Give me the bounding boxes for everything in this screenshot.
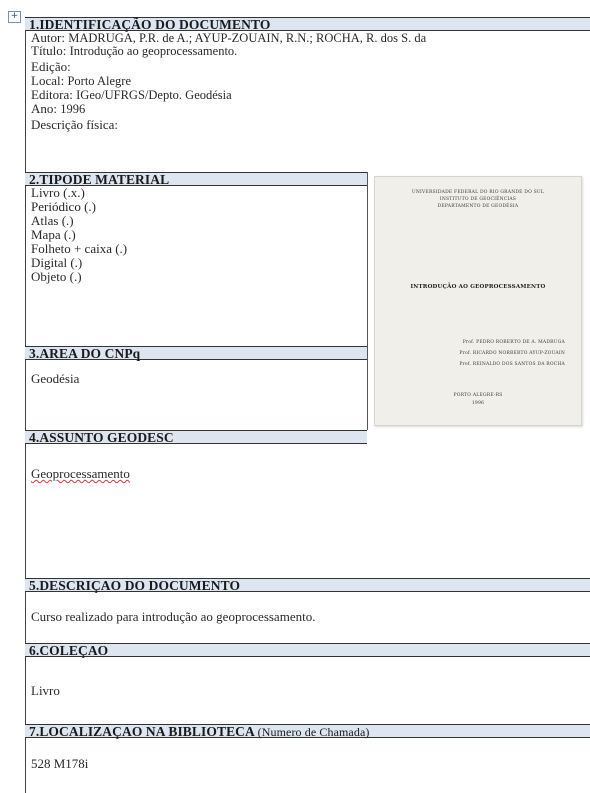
field-titulo: Título: Introdução ao geoprocessamento. (31, 43, 238, 59)
material-item-livro: Livro (.x.) (31, 185, 85, 200)
cover-institution-line: DEPARTAMENTO DE GEODÉSIA (437, 204, 519, 209)
section-header-subtext: (Numero de Chamada) (257, 725, 370, 739)
table-move-handle-icon[interactable]: + (8, 11, 21, 23)
cover-institution-line: UNIVERSIDADE FEDERAL DO RIO GRANDE DO SU… (411, 190, 545, 195)
material-item-objeto: Objeto (.) (31, 269, 82, 284)
cover-institution-line: INSTITUTO DE GEOCIÊNCIAS (439, 197, 517, 202)
material-item-folheto: Folheto + caixa (.) (31, 241, 128, 256)
material-item-mapa: Mapa (.) (31, 227, 76, 242)
field-descricao-fisica: Descrição física: (31, 118, 118, 132)
editora-label: Editora: (31, 87, 73, 102)
colecao-value: Livro (31, 683, 60, 698)
assunto-text: Geoprocessamento (31, 466, 130, 481)
area-cnpq-value: Geodésia (31, 371, 80, 386)
book-cover-image: UNIVERSIDADE FEDERAL DO RIO GRANDE DO SU… (374, 176, 582, 426)
assunto-value: Geoprocessamento (31, 467, 130, 481)
section-header-area-cnpq: 3.AREA DO CNPq (25, 346, 367, 361)
cover-city: PORTO ALEGRE-RS (453, 393, 503, 398)
autor-value: MADRUGA, P.R. de A.; AYUP-ZOUAIN, R.N.; … (68, 31, 427, 45)
edicao-label: Edição: (31, 59, 71, 74)
cover-photo: UNIVERSIDADE FEDERAL DO RIO GRANDE DO SU… (368, 172, 590, 430)
field-edicao: Edição: (31, 60, 71, 74)
titulo-label: Título: (31, 43, 67, 58)
cover-title: INTRODUÇÃO AO GEOPROCESSAMENTO (410, 284, 546, 290)
descricao-fisica-label: Descrição física: (31, 117, 118, 132)
section-header-text: 3.AREA DO CNPq (29, 346, 141, 361)
section-header-tipo-material: 2.TIPODE MATERIAL (25, 172, 367, 187)
ano-value: 1996 (60, 102, 86, 116)
titulo-value: Introdução ao geoprocessamento. (69, 44, 238, 58)
field-editora: Editora: IGeo/UFRGS/Depto. Geodésia (31, 87, 232, 103)
section-header-colecao: 6.COLEÇAO (25, 643, 590, 658)
cover-author: Prof. RICARDO NORBERTO AYUP-ZOUAIN (459, 351, 565, 356)
numero-chamada-value: 528 M178i (31, 756, 89, 771)
section-header-text: 4.ASSUNTO GEODESC (29, 430, 174, 445)
section-header-text: 5.DESCRIÇAO DO DOCUMENTO (29, 578, 241, 593)
section-header-descricao-documento: 5.DESCRIÇAO DO DOCUMENTO (25, 578, 590, 593)
cover-author: Prof. PEDRO ROBERTO DE A. MADRUGA (462, 340, 565, 345)
descricao-documento-value: Curso realizado para introdução ao geopr… (31, 609, 316, 624)
local-value: Porto Alegre (67, 74, 132, 88)
material-item-periodico: Periódico (.) (31, 199, 96, 214)
local-label: Local: (31, 73, 65, 88)
material-item-atlas: Atlas (.) (31, 213, 74, 228)
section-header-assunto: 4.ASSUNTO GEODESC (25, 430, 367, 445)
cover-author: Prof. REINALDO DOS SANTOS DA ROCHA (459, 362, 565, 367)
material-item-digital: Digital (.) (31, 255, 83, 270)
cover-year: 1996 (471, 401, 485, 406)
field-local: Local: Porto Alegre (31, 73, 132, 89)
section-header-text: 7.LOCALIZAÇAO NA BIBLIOTECA (29, 724, 255, 739)
section-header-text: 6.COLEÇAO (29, 643, 109, 658)
field-autor: Autor: MADRUGA, P.R. de A.; AYUP-ZOUAIN,… (31, 31, 427, 46)
field-ano: Ano: 1996 (31, 101, 86, 117)
section-header-identificacao: 1.IDENTIFICAÇÃO DO DOCUMENTO (25, 17, 590, 32)
editora-value: IGeo/UFRGS/Depto. Geodésia (76, 88, 232, 102)
section-header-localizacao: 7.LOCALIZAÇAO NA BIBLIOTECA (Numero de C… (25, 724, 590, 739)
ano-label: Ano: (31, 101, 57, 116)
